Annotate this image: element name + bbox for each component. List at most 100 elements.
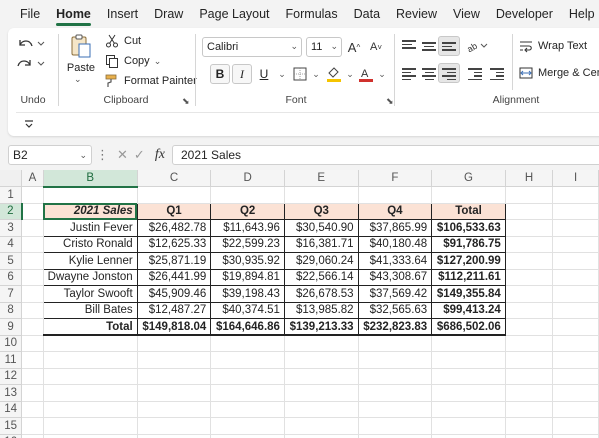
cell[interactable] <box>358 335 433 352</box>
cell[interactable] <box>210 417 285 435</box>
cell-name[interactable]: Taylor Swooft <box>42 285 138 303</box>
cell-total[interactable]: $139,213.33 <box>283 318 359 336</box>
orientation-icon[interactable]: ab <box>466 37 490 55</box>
formula-input[interactable]: 2021 Sales <box>172 145 599 165</box>
cell-value[interactable]: $16,381.71 <box>283 235 359 253</box>
cell[interactable] <box>137 186 212 204</box>
cell[interactable] <box>505 302 554 319</box>
cell[interactable] <box>43 335 138 352</box>
name-box[interactable]: B2 ⌄ <box>8 145 92 165</box>
cell-value[interactable]: $40,374.51 <box>210 301 285 319</box>
redo-icon[interactable] <box>16 54 46 74</box>
cell-total[interactable]: $112,211.61 <box>431 268 506 286</box>
column-header-b[interactable]: B <box>43 170 138 188</box>
cell[interactable] <box>505 236 554 253</box>
row-header[interactable]: 10 <box>0 335 23 352</box>
cell[interactable] <box>358 401 433 418</box>
more-icon[interactable]: ⋮ <box>96 147 109 163</box>
cell[interactable] <box>552 203 599 220</box>
cell-value[interactable]: $26,678.53 <box>283 285 359 303</box>
cell[interactable] <box>505 285 554 303</box>
cell[interactable] <box>505 203 554 220</box>
cell-total[interactable]: $127,200.99 <box>431 252 506 270</box>
cell[interactable] <box>21 219 44 237</box>
align-middle-icon[interactable] <box>422 42 436 54</box>
cell[interactable] <box>552 302 599 319</box>
merge-center-button[interactable]: Merge & Cente <box>518 65 599 81</box>
cell[interactable] <box>137 417 212 435</box>
cell[interactable] <box>552 285 599 303</box>
underline-button[interactable]: U <box>254 64 274 84</box>
cell-value[interactable]: $12,487.27 <box>136 301 212 319</box>
cell-value[interactable]: $22,599.23 <box>210 235 285 253</box>
cell[interactable] <box>431 401 506 418</box>
menu-help[interactable]: Help <box>561 0 599 28</box>
row-header[interactable]: 12 <box>0 368 23 385</box>
cell[interactable] <box>43 351 138 369</box>
row-header[interactable]: 15 <box>0 417 23 435</box>
cell-value[interactable]: $11,643.96 <box>210 219 285 237</box>
enter-icon[interactable]: ✓ <box>134 147 145 163</box>
cell-value[interactable]: $12,625.33 <box>136 235 212 253</box>
column-header-h[interactable]: H <box>505 170 554 187</box>
row-header[interactable]: 9 <box>0 318 23 336</box>
cell-total-label[interactable]: Total <box>42 318 138 336</box>
cell-value[interactable]: $37,569.42 <box>357 285 433 303</box>
cell[interactable] <box>137 368 212 385</box>
cell[interactable] <box>552 351 599 369</box>
cell[interactable] <box>505 368 554 385</box>
cell[interactable] <box>505 219 554 237</box>
cell-value[interactable]: $37,865.99 <box>357 219 433 237</box>
increase-indent-icon[interactable] <box>490 68 504 80</box>
cell[interactable] <box>43 186 138 204</box>
cell-value[interactable]: $13,985.82 <box>283 301 359 319</box>
font-size-select[interactable]: 11 ⌄ <box>306 37 342 57</box>
row-header[interactable]: 7 <box>0 285 23 303</box>
cell-value[interactable]: $40,180.48 <box>357 235 433 253</box>
insert-function-icon[interactable]: fx <box>155 147 165 163</box>
cell[interactable] <box>505 186 554 204</box>
cell[interactable] <box>505 335 554 352</box>
row-header[interactable]: 11 <box>0 351 23 369</box>
cell[interactable] <box>552 368 599 385</box>
cell[interactable] <box>552 384 599 402</box>
cell[interactable] <box>21 351 44 369</box>
worksheet-grid[interactable]: A B C D E F G H I 1 2 2021 Sales Q1 Q2 Q… <box>0 170 599 438</box>
cell[interactable] <box>505 434 554 438</box>
cell[interactable] <box>552 186 599 204</box>
cell[interactable] <box>21 384 44 402</box>
grow-font-icon[interactable]: A ^ <box>344 37 364 57</box>
cell[interactable] <box>210 434 285 438</box>
cell-name[interactable]: Cristo Ronald <box>42 235 138 253</box>
cell[interactable] <box>210 335 285 352</box>
cell[interactable] <box>552 269 599 286</box>
column-header-i[interactable]: I <box>552 170 599 187</box>
cell-value[interactable]: $26,482.78 <box>136 219 212 237</box>
cell-value[interactable]: $43,308.67 <box>357 268 433 286</box>
cell[interactable] <box>21 236 44 253</box>
cell[interactable] <box>505 417 554 435</box>
cell[interactable] <box>210 186 285 204</box>
format-painter-button[interactable]: Format Painter <box>104 73 197 89</box>
row-header[interactable]: 4 <box>0 236 23 253</box>
cell[interactable] <box>210 401 285 418</box>
menu-view[interactable]: View <box>445 0 488 28</box>
cell[interactable] <box>43 368 138 385</box>
cancel-icon[interactable]: ✕ <box>117 147 128 163</box>
column-header-d[interactable]: D <box>210 170 285 187</box>
select-all-corner[interactable] <box>0 170 23 187</box>
cell-grand-total[interactable]: $686,502.06 <box>431 318 506 336</box>
cell[interactable] <box>358 417 433 435</box>
cell[interactable] <box>505 351 554 369</box>
cell[interactable] <box>552 335 599 352</box>
cell[interactable] <box>21 269 44 286</box>
font-launcher-icon[interactable]: ⬊ <box>386 96 394 107</box>
cell-name[interactable]: Kylie Lenner <box>42 252 138 270</box>
cell-value[interactable]: $45,909.46 <box>136 285 212 303</box>
cell-total[interactable]: $232,823.83 <box>357 318 433 336</box>
cell[interactable] <box>552 401 599 418</box>
cell[interactable] <box>21 368 44 385</box>
cell[interactable] <box>358 186 433 204</box>
cell[interactable] <box>505 384 554 402</box>
cell-total[interactable]: $106,533.63 <box>431 219 506 237</box>
